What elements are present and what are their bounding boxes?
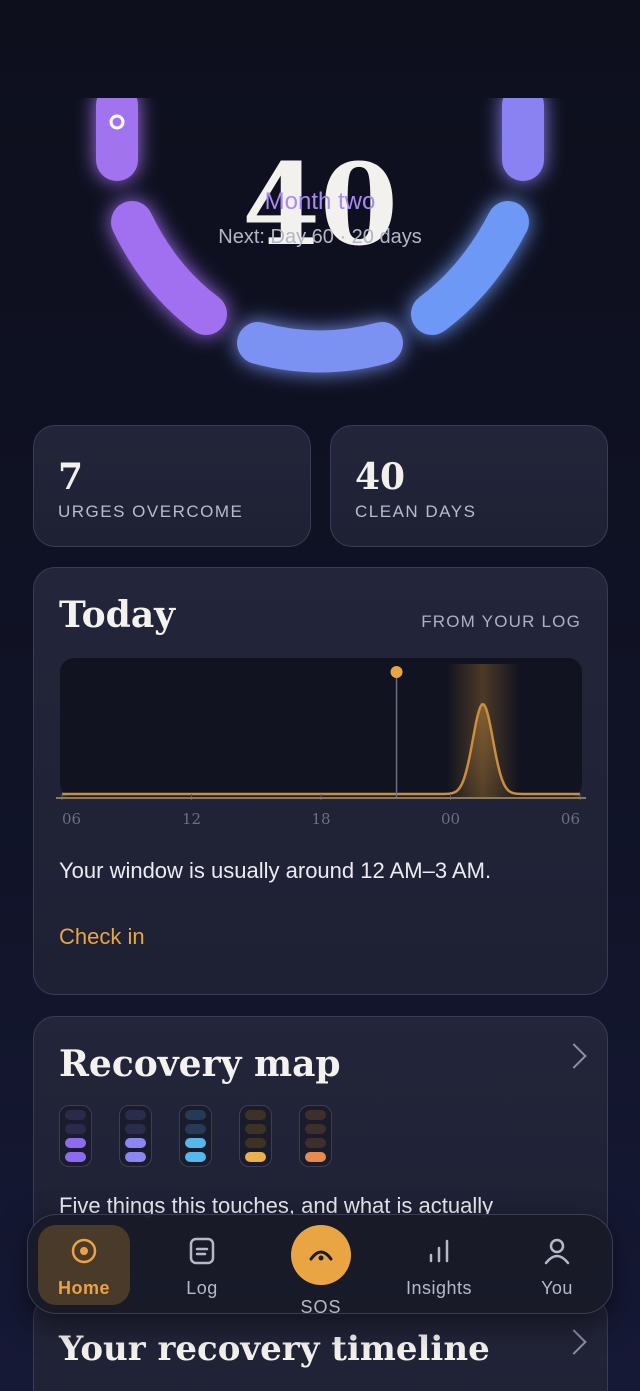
tab-sos[interactable]: SOS [291,1225,351,1317]
tab-label: Home [57,1278,110,1298]
pillar-level-2 [65,1124,86,1134]
chevron-right-icon [561,1043,587,1069]
pillar-level-1 [65,1110,86,1120]
phase-label: Month two [264,188,376,215]
pillar-level-4 [125,1152,146,1162]
next-milestone: Next: Day 60 · 20 days [218,226,422,248]
recovery-map-title: Recovery map [59,1043,341,1085]
pillar-level-4 [245,1152,266,1162]
x-tick-label: 06 [62,810,81,828]
tab-label: You [541,1278,573,1298]
source-label: FROM YOUR LOG [421,612,581,631]
today-title: Today [59,594,176,636]
x-tick-label: 00 [441,810,460,828]
sos-button[interactable] [291,1225,351,1285]
pillar-level-2 [305,1124,326,1134]
tab-label: Insights [405,1278,473,1298]
tab-you[interactable]: You [511,1225,603,1305]
x-tick-label: 18 [311,810,330,828]
x-tick-label: 06 [561,810,580,828]
now-marker-dot [390,666,403,678]
tab-label: Log [186,1278,218,1298]
pillar-level-3 [245,1138,266,1148]
tab-log[interactable]: Log [156,1225,248,1305]
progress-ring-area: 40 [0,98,640,418]
pillar-level-4 [305,1152,326,1162]
pillar-4 [239,1105,272,1167]
pillar-level-4 [65,1152,86,1162]
daily-risk-chart: 06 12 18 00 06 [56,658,586,828]
stat-card-urges[interactable]: 7 URGES OVERCOME [33,425,311,547]
pillar-5 [299,1105,332,1167]
pillar-level-1 [245,1110,266,1120]
pillar-2 [119,1105,152,1167]
pillar-level-4 [185,1152,206,1162]
person-icon [544,1238,570,1265]
pillar-level-2 [245,1124,266,1134]
pillar-level-3 [125,1138,146,1148]
pillar-level-3 [185,1138,206,1148]
stat-value: 40 [355,456,406,498]
stat-card-clean-days[interactable]: 40 CLEAN DAYS [330,425,608,547]
stat-label: CLEAN DAYS [355,502,477,521]
stat-value: 7 [58,456,84,498]
pillar-level-1 [125,1110,146,1120]
recovery-pillars [59,1105,332,1167]
pillar-level-1 [305,1110,326,1120]
window-summary: Your window is usually around 12 AM–3 AM… [59,858,492,883]
pillar-1 [59,1105,92,1167]
home-ring-icon [71,1238,97,1264]
tab-bar: Home Log SOS Insights You [27,1214,613,1317]
pillar-level-1 [185,1110,206,1120]
pillar-level-3 [305,1138,326,1148]
bar-chart-icon [429,1239,449,1263]
ring-segment-3 [237,322,403,373]
pillar-level-2 [125,1124,146,1134]
tab-label: SOS [300,1297,342,1317]
today-card: Today FROM YOUR LOG 06 12 18 00 06 Your wind… [33,567,608,995]
tab-home[interactable]: Home [38,1225,130,1305]
pillar-3 [179,1105,212,1167]
pillar-level-3 [65,1138,86,1148]
stat-label: URGES OVERCOME [58,502,244,521]
chevron-right-icon [561,1329,587,1355]
x-tick-label: 12 [182,810,201,828]
check-in-link[interactable]: Check in [59,924,145,950]
sos-arc-icon [309,1250,333,1261]
timeline-title: Your recovery timeline [59,1329,490,1369]
tab-insights[interactable]: Insights [393,1225,485,1305]
pillar-level-2 [185,1124,206,1134]
log-icon [189,1237,215,1265]
